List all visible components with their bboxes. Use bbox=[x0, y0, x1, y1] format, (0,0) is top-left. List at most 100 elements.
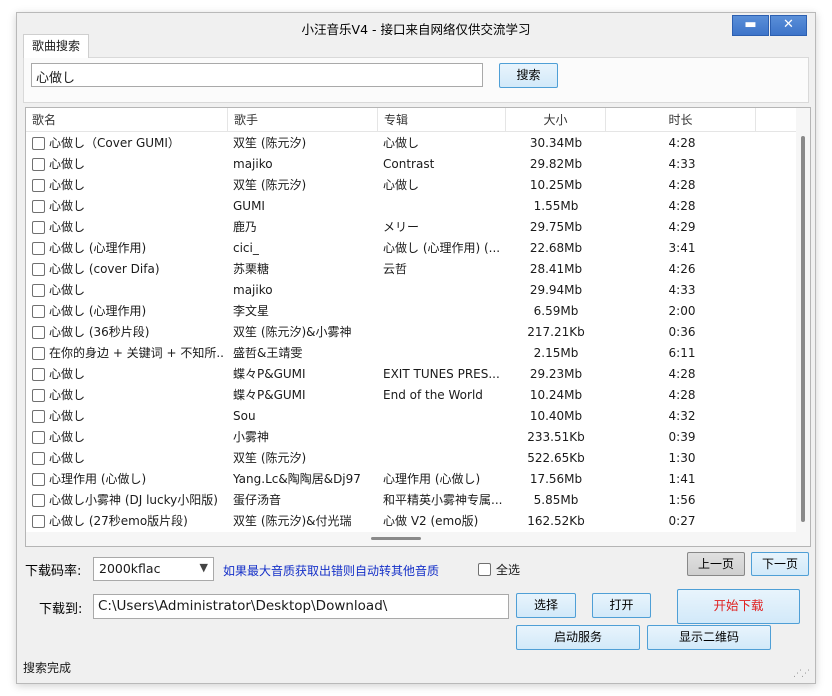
duration-cell: 0:39 bbox=[668, 430, 696, 444]
row-checkbox[interactable] bbox=[32, 515, 45, 528]
column-header-artist[interactable]: 歌手 bbox=[228, 108, 378, 132]
row-checkbox[interactable] bbox=[32, 179, 45, 192]
table-row[interactable]: 心做し Sou 10.40Mb 4:32 bbox=[26, 406, 796, 427]
size-cell: 217.21Kb bbox=[527, 325, 585, 339]
duration-cell: 4:33 bbox=[668, 157, 696, 171]
column-header-size[interactable]: 大小 bbox=[506, 108, 606, 132]
prev-page-button[interactable]: 上一页 bbox=[687, 552, 745, 576]
song-name-cell: 在你的身边 + 关键词 + 不知所... bbox=[49, 346, 225, 360]
album-cell: メリー bbox=[383, 220, 420, 234]
column-header-name[interactable]: 歌名 bbox=[26, 108, 228, 132]
table-row[interactable]: 心做し 双笙 (陈元汐) 心做し 10.25Mb 4:28 bbox=[26, 175, 796, 196]
duration-cell: 4:28 bbox=[668, 136, 696, 150]
row-checkbox[interactable] bbox=[32, 200, 45, 213]
album-cell: 心理作用 (心做し) bbox=[383, 472, 481, 486]
size-cell: 162.52Kb bbox=[527, 514, 585, 528]
table-row[interactable]: 心做し 小雾神 233.51Kb 0:39 bbox=[26, 427, 796, 448]
album-cell: 心做し bbox=[383, 178, 420, 192]
table-row[interactable]: 心做し (心理作用) 李文星 6.59Mb 2:00 bbox=[26, 301, 796, 322]
open-folder-button[interactable]: 打开 bbox=[592, 593, 651, 618]
download-path-input[interactable]: C:\Users\Administrator\Desktop\Download\ bbox=[93, 594, 509, 619]
table-row[interactable]: 心做し (36秒片段) 双笙 (陈元汐)&小雾神 217.21Kb 0:36 bbox=[26, 322, 796, 343]
column-header-duration[interactable]: 时长 bbox=[606, 108, 756, 132]
table-row[interactable]: 心做し 蝶々P&GUMI End of the World 10.24Mb 4:28 bbox=[26, 385, 796, 406]
song-search-tab[interactable]: 歌曲搜索 bbox=[23, 34, 90, 58]
album-cell bbox=[383, 406, 507, 427]
table-row[interactable]: 心做し majiko 29.94Mb 4:33 bbox=[26, 280, 796, 301]
row-checkbox[interactable] bbox=[32, 431, 45, 444]
vertical-scroll-thumb[interactable] bbox=[801, 136, 805, 522]
table-row[interactable]: 心做し小雾神 (DJ lucky小阳版) 蛋仔汤音 和平精英小雾神专属... 5.85… bbox=[26, 490, 796, 511]
song-name-cell: 心做し bbox=[49, 178, 86, 192]
select-all-checkbox[interactable] bbox=[478, 563, 491, 576]
artist-cell: Sou bbox=[233, 409, 256, 423]
size-cell: 10.25Mb bbox=[529, 178, 583, 192]
size-cell: 30.34Mb bbox=[529, 136, 583, 150]
table-row[interactable]: 心做し（Cover GUMI） 双笙 (陈元汐) 心做し 30.34Mb 4:28 bbox=[26, 133, 796, 154]
duration-cell: 3:41 bbox=[668, 241, 696, 255]
horizontal-scroll-thumb[interactable] bbox=[371, 537, 421, 540]
song-name-cell: 心做し bbox=[49, 283, 86, 297]
table-row[interactable]: 心理作用 (心做し) Yang.Lc&陶陶居&Dj97 心理作用 (心做し) 17.5… bbox=[26, 469, 796, 490]
choose-folder-button[interactable]: 选择 bbox=[516, 593, 576, 618]
row-checkbox[interactable] bbox=[32, 284, 45, 297]
song-name-cell: 心做し bbox=[49, 430, 86, 444]
table-row[interactable]: 心做し (cover Difa) 苏栗糖 云哲 28.41Mb 4:26 bbox=[26, 259, 796, 280]
bitrate-label: 下载码率: bbox=[25, 564, 82, 579]
row-checkbox[interactable] bbox=[32, 326, 45, 339]
next-page-button[interactable]: 下一页 bbox=[751, 552, 809, 576]
close-button[interactable]: ✕ bbox=[770, 15, 807, 36]
table-row[interactable]: 在你的身边 + 关键词 + 不知所... 盛哲&王靖雯 2.15Mb 6:11 bbox=[26, 343, 796, 364]
size-cell: 233.51Kb bbox=[527, 430, 585, 444]
row-checkbox[interactable] bbox=[32, 263, 45, 276]
song-name-cell: 心做し (27秒emo版片段) bbox=[49, 514, 188, 528]
artist-cell: 小雾神 bbox=[233, 430, 270, 444]
title-bar[interactable]: 小汪音乐V4 - 接口来自网络仅供交流学习 ▬ ✕ bbox=[17, 13, 815, 39]
vertical-scrollbar[interactable] bbox=[796, 108, 810, 546]
table-row[interactable]: 心做し 蝶々P&GUMI EXIT TUNES PRES... 29.23Mb 4:28 bbox=[26, 364, 796, 385]
album-cell: End of the World bbox=[383, 388, 483, 402]
row-checkbox[interactable] bbox=[32, 494, 45, 507]
song-name-cell: 心做し bbox=[49, 451, 86, 465]
table-row[interactable]: 心做し 鹿乃 メリー 29.75Mb 4:29 bbox=[26, 217, 796, 238]
row-checkbox[interactable] bbox=[32, 410, 45, 423]
search-button[interactable]: 搜索 bbox=[499, 63, 558, 88]
row-checkbox[interactable] bbox=[32, 158, 45, 171]
size-cell: 29.94Mb bbox=[529, 283, 583, 297]
artist-cell: 双笙 (陈元汐) bbox=[233, 136, 307, 150]
table-row[interactable]: 心做し (心理作用) cici_ 心做し (心理作用) (... 22.68Mb 3:4… bbox=[26, 238, 796, 259]
duration-cell: 4:32 bbox=[668, 409, 696, 423]
resize-grip-icon[interactable]: ⋰⋰ bbox=[793, 669, 810, 679]
album-cell: 心做 V2 (emo版) bbox=[383, 514, 479, 528]
row-checkbox[interactable] bbox=[32, 347, 45, 360]
column-header-album[interactable]: 专辑 bbox=[378, 108, 506, 132]
table-row[interactable]: 心做し GUMI 1.55Mb 4:28 bbox=[26, 196, 796, 217]
search-input[interactable]: 心做し bbox=[31, 63, 483, 87]
row-checkbox[interactable] bbox=[32, 305, 45, 318]
show-qrcode-button[interactable]: 显示二维码 bbox=[647, 625, 771, 650]
select-all-label[interactable]: 全选 bbox=[496, 561, 520, 578]
minimize-button[interactable]: ▬ bbox=[732, 15, 769, 36]
horizontal-scrollbar[interactable] bbox=[26, 532, 796, 546]
row-checkbox[interactable] bbox=[32, 368, 45, 381]
duration-cell: 4:33 bbox=[668, 283, 696, 297]
start-service-button[interactable]: 启动服务 bbox=[516, 625, 640, 650]
song-name-cell: 心做し (36秒片段) bbox=[49, 325, 150, 339]
quality-hint-link[interactable]: 如果最大音质获取出错则自动转其他音质 bbox=[223, 562, 439, 579]
size-cell: 10.40Mb bbox=[529, 409, 583, 423]
table-row[interactable]: 心做し (27秒emo版片段) 双笙 (陈元汐)&付光瑞 心做 V2 (emo版) 1… bbox=[26, 511, 796, 532]
song-name-cell: 心做し bbox=[49, 199, 86, 213]
album-cell bbox=[383, 343, 507, 364]
bitrate-select[interactable]: 2000kflac ▼ bbox=[93, 557, 214, 581]
row-checkbox[interactable] bbox=[32, 389, 45, 402]
start-download-button[interactable]: 开始下载 bbox=[677, 589, 800, 624]
song-name-cell: 心做し (心理作用) bbox=[49, 304, 147, 318]
row-checkbox[interactable] bbox=[32, 137, 45, 150]
table-row[interactable]: 心做し 双笙 (陈元汐) 522.65Kb 1:30 bbox=[26, 448, 796, 469]
duration-cell: 2:00 bbox=[668, 304, 696, 318]
row-checkbox[interactable] bbox=[32, 473, 45, 486]
row-checkbox[interactable] bbox=[32, 242, 45, 255]
table-row[interactable]: 心做し majiko Contrast 29.82Mb 4:33 bbox=[26, 154, 796, 175]
row-checkbox[interactable] bbox=[32, 452, 45, 465]
row-checkbox[interactable] bbox=[32, 221, 45, 234]
